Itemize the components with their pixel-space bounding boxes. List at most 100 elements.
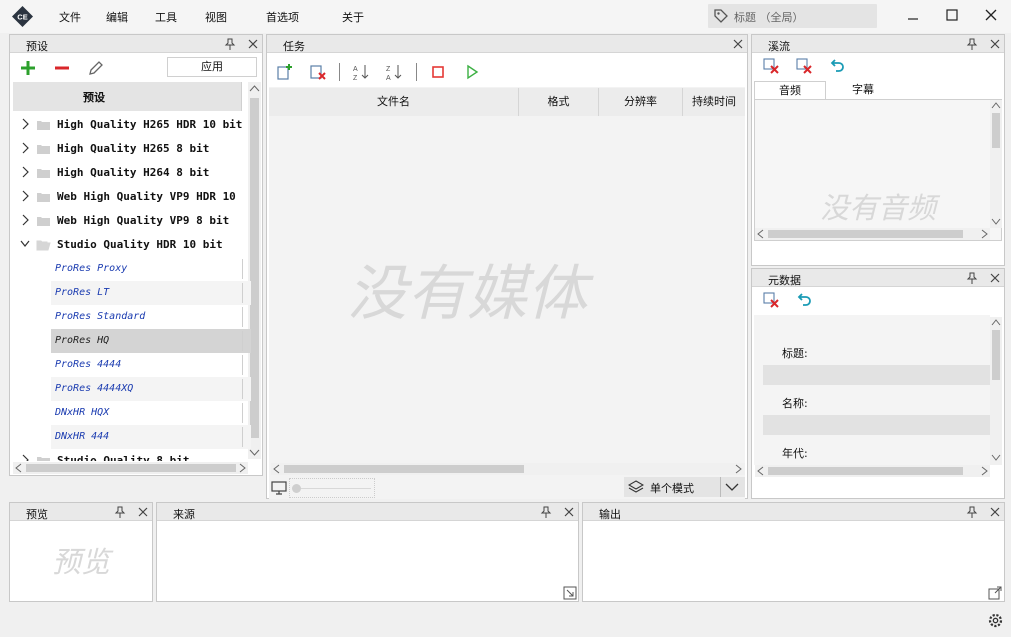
column-format[interactable]: 格式 xyxy=(519,88,599,116)
tab-subtitles[interactable]: 字幕 xyxy=(828,81,898,99)
pin-icon[interactable] xyxy=(223,37,237,51)
streams-hscrollbar[interactable] xyxy=(755,228,990,240)
maximize-icon[interactable] xyxy=(941,6,963,26)
presets-hscrollbar[interactable] xyxy=(13,462,248,474)
zoom-slider-handle[interactable] xyxy=(292,484,301,493)
apply-button[interactable]: 应用 xyxy=(167,57,257,77)
metadata-hscrollbar[interactable] xyxy=(755,465,990,477)
sort-asc-icon[interactable]: AZ xyxy=(352,63,370,81)
menu-tools[interactable]: 工具 xyxy=(155,9,177,25)
search-input[interactable]: 标题 （全局） xyxy=(708,4,877,28)
menu-about[interactable]: 关于 xyxy=(342,9,364,25)
scroll-right-icon[interactable] xyxy=(979,229,989,239)
preset-item[interactable]: ProRes HQ xyxy=(51,329,251,353)
chevron-right-icon[interactable] xyxy=(20,118,30,130)
metadata-hscroll-thumb[interactable] xyxy=(768,467,963,475)
scroll-right-icon[interactable] xyxy=(733,464,743,474)
add-preset-icon[interactable] xyxy=(19,59,37,77)
preset-group-row[interactable]: High Quality H264 8 bit xyxy=(13,161,251,185)
metadata-vscrollbar[interactable] xyxy=(990,317,1002,465)
preset-item[interactable]: ProRes Proxy xyxy=(51,257,251,281)
monitor-icon[interactable] xyxy=(271,480,287,496)
metadata-scroll-thumb[interactable] xyxy=(992,330,1000,380)
scroll-down-icon[interactable] xyxy=(991,217,1001,226)
presets-column-header[interactable]: 预设 xyxy=(13,82,242,111)
pin-icon[interactable] xyxy=(113,505,127,519)
preset-group-row[interactable]: High Quality H265 8 bit xyxy=(13,137,251,161)
remove-preset-icon[interactable] xyxy=(53,59,71,77)
menu-file[interactable]: 文件 xyxy=(59,9,81,25)
minimize-icon[interactable] xyxy=(902,6,924,26)
open-external-icon[interactable] xyxy=(988,586,1002,600)
chevron-right-icon[interactable] xyxy=(20,454,30,461)
scroll-left-icon[interactable] xyxy=(756,229,766,239)
remove-stream-icon[interactable] xyxy=(762,57,780,75)
sort-desc-icon[interactable]: ZA xyxy=(385,63,403,81)
mode-select[interactable]: 单个模式 xyxy=(624,477,745,497)
remove-file-icon[interactable] xyxy=(309,63,327,81)
menu-view[interactable]: 视图 xyxy=(205,9,227,25)
chevron-down-icon[interactable] xyxy=(20,238,30,250)
column-resolution[interactable]: 分辨率 xyxy=(599,88,683,116)
pin-icon[interactable] xyxy=(965,505,979,519)
tab-audio[interactable]: 音频 xyxy=(754,81,826,99)
zoom-slider[interactable] xyxy=(289,478,375,498)
pin-icon[interactable] xyxy=(539,505,553,519)
close-icon[interactable] xyxy=(136,505,150,519)
pin-icon[interactable] xyxy=(965,271,979,285)
resize-corner-icon[interactable] xyxy=(563,586,577,600)
play-icon[interactable] xyxy=(463,63,481,81)
scroll-left-icon[interactable] xyxy=(756,466,766,476)
metadata-name-field[interactable] xyxy=(763,415,990,435)
chevron-right-icon[interactable] xyxy=(20,166,30,178)
close-icon[interactable] xyxy=(562,505,576,519)
scroll-left-icon[interactable] xyxy=(272,464,282,474)
menu-preferences[interactable]: 首选项 xyxy=(266,9,299,25)
column-duration[interactable]: 持续时间 xyxy=(683,88,745,116)
remove-all-streams-icon[interactable] xyxy=(795,57,813,75)
preset-item[interactable]: ProRes 4444XQ xyxy=(51,377,251,401)
preset-group-row[interactable]: Web High Quality VP9 8 bit xyxy=(13,209,251,233)
scroll-down-icon[interactable] xyxy=(991,453,1001,462)
metadata-title-field[interactable] xyxy=(763,365,990,385)
streams-vscrollbar[interactable] xyxy=(990,100,1002,228)
scroll-right-icon[interactable] xyxy=(979,466,989,476)
close-icon[interactable] xyxy=(988,271,1002,285)
chevron-right-icon[interactable] xyxy=(20,142,30,154)
close-icon[interactable] xyxy=(731,37,745,51)
undo-icon[interactable] xyxy=(795,291,813,309)
pin-icon[interactable] xyxy=(965,37,979,51)
close-icon[interactable] xyxy=(988,505,1002,519)
preset-group-row[interactable]: Studio Quality 8 bit xyxy=(13,449,251,461)
presets-scroll-thumb[interactable] xyxy=(250,98,259,438)
preset-group-row[interactable]: Studio Quality HDR 10 bit xyxy=(13,233,251,257)
chevron-right-icon[interactable] xyxy=(20,214,30,226)
streams-hscroll-thumb[interactable] xyxy=(768,230,963,238)
close-icon[interactable] xyxy=(988,37,1002,51)
scroll-left-icon[interactable] xyxy=(14,463,24,473)
scroll-right-icon[interactable] xyxy=(237,463,247,473)
gear-icon[interactable] xyxy=(987,612,1004,629)
tasks-hscrollbar[interactable] xyxy=(271,463,745,475)
chevron-right-icon[interactable] xyxy=(20,190,30,202)
scroll-up-icon[interactable] xyxy=(991,318,1001,327)
preset-item[interactable]: ProRes Standard xyxy=(51,305,251,329)
preset-item[interactable]: ProRes 4444 xyxy=(51,353,251,377)
edit-preset-icon[interactable] xyxy=(87,59,105,77)
preset-group-row[interactable]: Web High Quality VP9 HDR 10 xyxy=(13,185,251,209)
close-icon[interactable] xyxy=(246,37,260,51)
stop-icon[interactable] xyxy=(429,63,447,81)
preset-group-row[interactable]: High Quality H265 HDR 10 bit xyxy=(13,113,251,137)
scroll-up-icon[interactable] xyxy=(991,101,1001,110)
close-window-icon[interactable] xyxy=(980,6,1002,26)
tasks-hscroll-thumb[interactable] xyxy=(284,465,524,473)
clear-metadata-icon[interactable] xyxy=(762,291,780,309)
presets-hscroll-thumb[interactable] xyxy=(26,464,236,472)
undo-icon[interactable] xyxy=(828,57,846,75)
preset-item[interactable]: DNxHR HQX xyxy=(51,401,251,425)
streams-scroll-thumb[interactable] xyxy=(992,113,1000,148)
preset-item[interactable]: ProRes LT xyxy=(51,281,251,305)
column-filename[interactable]: 文件名 xyxy=(269,88,519,116)
add-file-icon[interactable] xyxy=(276,63,294,81)
menu-edit[interactable]: 编辑 xyxy=(106,9,128,25)
